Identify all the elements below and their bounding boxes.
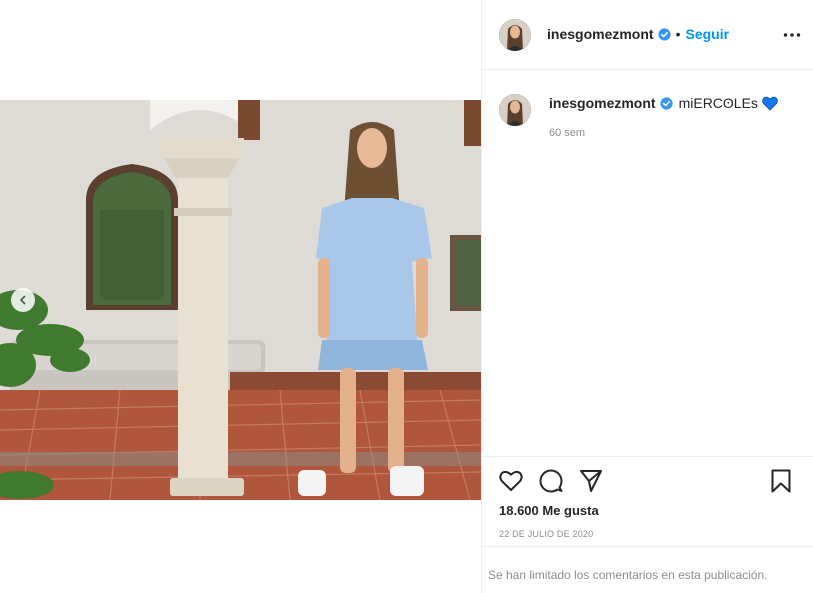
caption-avatar[interactable] — [499, 94, 531, 126]
caption-timestamp: 60 sem — [549, 127, 586, 139]
avatar-image — [499, 19, 531, 51]
more-options-icon[interactable] — [782, 25, 802, 45]
username-link[interactable]: inesgomezmont — [547, 26, 654, 42]
post-actions — [498, 468, 804, 494]
paper-plane-icon[interactable] — [578, 468, 604, 494]
avatar-image — [499, 94, 531, 126]
post-date: 22 DE JULIO DE 2020 — [499, 529, 594, 539]
caption-line: inesgomezmont miERCʘLEs — [549, 95, 778, 111]
bookmark-icon[interactable] — [768, 468, 794, 494]
follow-button[interactable]: Seguir — [685, 26, 729, 42]
avatar[interactable] — [499, 19, 531, 51]
comments-limited-notice: Se han limitado los comentarios en esta … — [488, 568, 768, 582]
post-side-panel: inesgomezmont • Seguir inesgomezmont miE… — [481, 0, 813, 593]
verified-badge-icon — [659, 96, 673, 110]
caption-username-link[interactable]: inesgomezmont — [549, 95, 656, 111]
post-photo[interactable] — [0, 100, 481, 500]
separator-dot: • — [675, 26, 681, 42]
carousel-previous-button[interactable] — [11, 288, 35, 312]
divider — [482, 456, 813, 457]
likes-count[interactable]: 18.600 Me gusta — [499, 503, 599, 518]
heart-outline-icon[interactable] — [498, 468, 524, 494]
divider — [482, 546, 813, 547]
post-media-area — [0, 0, 481, 593]
verified-badge-icon — [657, 27, 671, 41]
header-user-info: inesgomezmont • Seguir — [547, 26, 729, 42]
photo-illustration — [0, 100, 481, 500]
caption-text: miERCʘLEs — [678, 95, 758, 111]
post-header: inesgomezmont • Seguir — [482, 0, 813, 70]
blue-heart-icon — [762, 96, 778, 111]
chevron-left-icon — [19, 295, 26, 305]
comment-icon[interactable] — [538, 468, 564, 494]
